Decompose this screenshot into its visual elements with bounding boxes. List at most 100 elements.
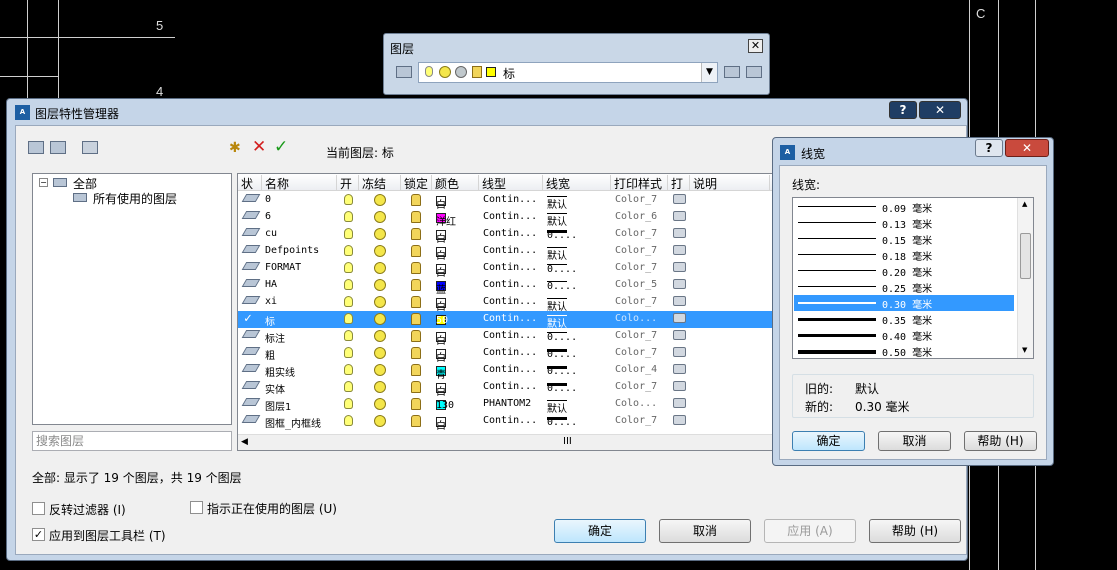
- help-button[interactable]: 帮助 (H): [869, 519, 961, 543]
- header-col-status[interactable]: 状: [238, 175, 262, 191]
- layer-plot-style[interactable]: Color_7: [615, 330, 657, 341]
- layer-name[interactable]: 6: [265, 211, 271, 222]
- printer-icon[interactable]: [673, 296, 686, 306]
- bulb-icon[interactable]: [344, 228, 353, 239]
- sun-icon[interactable]: [374, 211, 386, 223]
- layer-states-manager-icon[interactable]: [82, 141, 98, 154]
- close-button[interactable]: ✕: [1005, 139, 1049, 157]
- layer-plot-style[interactable]: Color_5: [615, 279, 657, 290]
- indicate-used-checkbox[interactable]: [190, 501, 203, 514]
- lineweight-item[interactable]: 0.18 毫米: [794, 247, 1014, 263]
- invert-filter-checkbox[interactable]: [32, 502, 45, 515]
- sun-icon[interactable]: [374, 262, 386, 274]
- bulb-icon[interactable]: [344, 364, 353, 375]
- scroll-up-icon[interactable]: ▲: [1022, 200, 1027, 208]
- lineweight-item[interactable]: 0.13 毫米: [794, 215, 1014, 231]
- header-col-lock[interactable]: 锁定: [401, 175, 432, 191]
- layer-name[interactable]: FORMAT: [265, 262, 301, 273]
- sun-icon[interactable]: [374, 296, 386, 308]
- layer-states-icon[interactable]: [396, 66, 412, 78]
- bulb-icon[interactable]: [344, 330, 353, 341]
- lock-icon[interactable]: [411, 347, 421, 359]
- help-icon[interactable]: ?: [975, 139, 1003, 157]
- sun-icon[interactable]: [374, 245, 386, 257]
- layer-linetype[interactable]: Contin...: [483, 245, 537, 256]
- bulb-icon[interactable]: [344, 296, 353, 307]
- layer-linetype[interactable]: Contin...: [483, 347, 537, 358]
- header-col-description[interactable]: 说明: [690, 175, 770, 191]
- layer-linetype[interactable]: Contin...: [483, 296, 537, 307]
- sun-icon[interactable]: [374, 381, 386, 393]
- layer-name[interactable]: 0: [265, 194, 271, 205]
- apply-to-toolbar-checkbox[interactable]: ✓: [32, 528, 45, 541]
- printer-icon[interactable]: [673, 245, 686, 255]
- layer-plot-style[interactable]: Color_7: [615, 245, 657, 256]
- layer-name[interactable]: 图框_内框线: [265, 415, 321, 430]
- lw-cancel-button[interactable]: 取消: [878, 431, 951, 451]
- bulb-icon[interactable]: [344, 313, 353, 324]
- lock-icon[interactable]: [411, 262, 421, 274]
- layer-linetype[interactable]: PHANTOM2: [483, 398, 531, 409]
- lock-icon[interactable]: [411, 279, 421, 291]
- bulb-icon[interactable]: [344, 211, 353, 222]
- sun-icon[interactable]: [374, 364, 386, 376]
- lock-icon[interactable]: [411, 245, 421, 257]
- layer-linetype[interactable]: Contin...: [483, 194, 537, 205]
- layer-plot-style[interactable]: Color_7: [615, 415, 657, 426]
- header-col-plot[interactable]: 打: [668, 175, 690, 191]
- layer-name[interactable]: cu: [265, 228, 277, 239]
- sun-icon[interactable]: [374, 398, 386, 410]
- lw-ok-button[interactable]: 确定: [792, 431, 865, 451]
- scroll-left-icon[interactable]: ◀: [241, 437, 248, 447]
- sun-icon[interactable]: [374, 279, 386, 291]
- layer-plot-style[interactable]: Color_7: [615, 194, 657, 205]
- scroll-thumb[interactable]: [1020, 233, 1031, 279]
- layer-name[interactable]: 标注: [265, 330, 285, 345]
- layer-name[interactable]: HA: [265, 279, 277, 290]
- new-property-filter-icon[interactable]: [28, 141, 44, 154]
- lineweight-item[interactable]: 0.30 毫米: [794, 295, 1014, 311]
- layer-linetype[interactable]: Contin...: [483, 381, 537, 392]
- lock-icon[interactable]: [411, 211, 421, 223]
- printer-icon[interactable]: [673, 262, 686, 272]
- sun-icon[interactable]: [374, 330, 386, 342]
- lock-icon[interactable]: [411, 228, 421, 240]
- bulb-icon[interactable]: [344, 279, 353, 290]
- header-col-name[interactable]: 名称: [262, 175, 337, 191]
- header-col-linetype[interactable]: 线型: [479, 175, 543, 191]
- lock-icon[interactable]: [411, 364, 421, 376]
- sun-icon[interactable]: [374, 228, 386, 240]
- lineweight-item[interactable]: 0.09 毫米: [794, 199, 1014, 215]
- cancel-button[interactable]: 取消: [659, 519, 751, 543]
- sun-icon[interactable]: [374, 347, 386, 359]
- new-layer-icon[interactable]: ✱: [229, 140, 241, 156]
- bulb-icon[interactable]: [344, 347, 353, 358]
- layer-plot-style[interactable]: Color_7: [615, 296, 657, 307]
- bulb-icon[interactable]: [344, 262, 353, 273]
- lock-icon[interactable]: [411, 296, 421, 308]
- printer-icon[interactable]: [673, 228, 686, 238]
- lineweight-item[interactable]: 0.20 毫米: [794, 263, 1014, 279]
- sun-icon[interactable]: [374, 415, 386, 427]
- layer-plot-style[interactable]: Color_7: [615, 347, 657, 358]
- layer-plot-style[interactable]: Color_4: [615, 364, 657, 375]
- scroll-grip[interactable]: III: [563, 436, 572, 447]
- bulb-icon[interactable]: [344, 194, 353, 205]
- bulb-icon[interactable]: [344, 245, 353, 256]
- header-col-plot-style[interactable]: 打印样式: [611, 175, 668, 191]
- lineweight-item[interactable]: 0.25 毫米: [794, 279, 1014, 295]
- layer-name[interactable]: 图层1: [265, 398, 291, 413]
- layer-plot-style[interactable]: Color_7: [615, 228, 657, 239]
- collapse-icon[interactable]: −: [39, 178, 48, 187]
- lineweight-item[interactable]: 0.50 毫米: [794, 343, 1014, 358]
- layer-linetype[interactable]: Contin...: [483, 228, 537, 239]
- apply-button[interactable]: 应用 (A): [764, 519, 856, 543]
- header-col-color[interactable]: 颜色: [432, 175, 479, 191]
- delete-layer-icon[interactable]: ✕: [252, 137, 266, 157]
- layer-plot-style[interactable]: Color_7: [615, 262, 657, 273]
- sun-icon[interactable]: [374, 194, 386, 206]
- layer-linetype[interactable]: Contin...: [483, 364, 537, 375]
- make-current-icon[interactable]: [724, 66, 740, 78]
- layer-linetype[interactable]: Contin...: [483, 279, 537, 290]
- printer-icon[interactable]: [673, 330, 686, 340]
